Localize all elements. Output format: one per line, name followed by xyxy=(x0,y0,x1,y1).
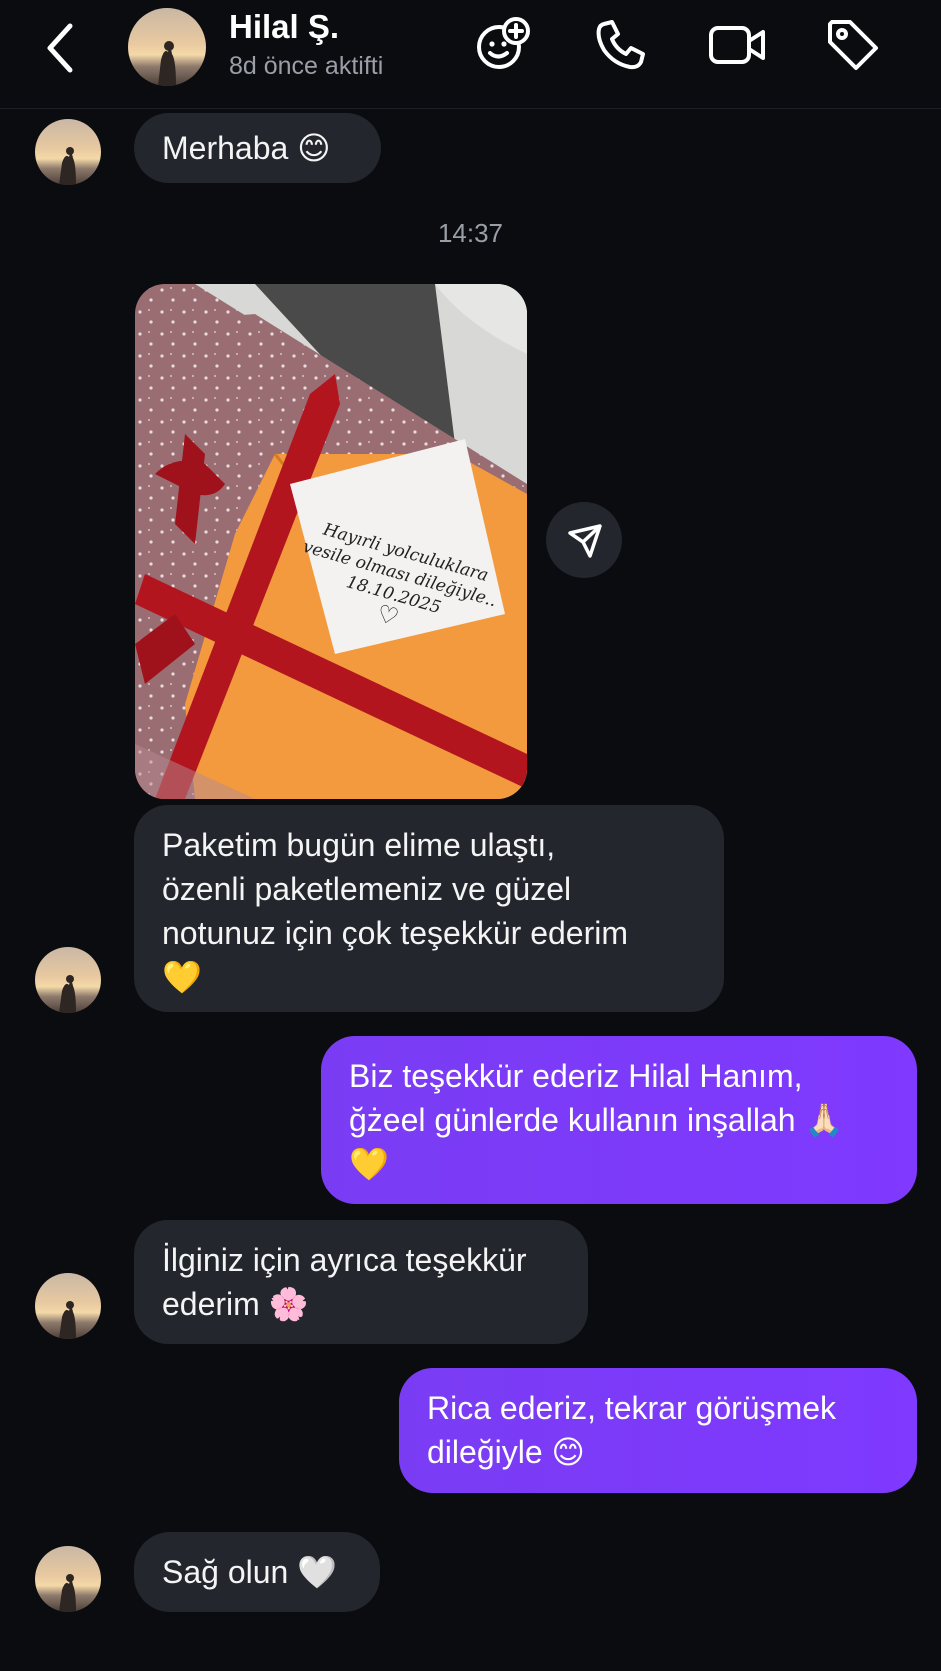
message-line: 💛 xyxy=(349,1146,389,1182)
share-button[interactable] xyxy=(546,502,622,578)
message-bubble[interactable]: Paketim bugün elime ulaştı, özenli paket… xyxy=(134,805,724,1012)
tag-button[interactable] xyxy=(822,14,884,76)
message-line: Biz teşekkür ederiz Hilal Hanım, xyxy=(349,1058,803,1094)
chat-header: Hilal Ş. 8d önce aktifti xyxy=(0,0,941,109)
message-line: özenli paketlemeniz ve güzel xyxy=(162,871,572,907)
back-button[interactable] xyxy=(40,20,84,76)
contact-name[interactable]: Hilal Ş. xyxy=(229,8,339,46)
contact-avatar[interactable] xyxy=(128,8,206,86)
add-effect-icon xyxy=(477,17,530,69)
video-call-icon xyxy=(709,26,765,64)
message-bubble[interactable]: Merhaba 😊 xyxy=(134,113,381,183)
message-line: notunuz için çok teşekkür ederim xyxy=(162,915,628,951)
message-bubble[interactable]: İlginiz için ayrıca teşekkür ederim 🌸 xyxy=(134,1220,588,1344)
contact-status: 8d önce aktifti xyxy=(229,52,384,80)
phone-icon xyxy=(596,20,645,70)
photo-message[interactable]: Hayırli yolculuklara vesile olması dileğ… xyxy=(135,284,527,799)
message-text: Sağ olun 🤍 xyxy=(162,1554,338,1590)
message-bubble[interactable]: Rica ederiz, tekrar görüşmek dileğiyle 😊 xyxy=(399,1368,917,1493)
sender-avatar[interactable] xyxy=(35,1546,101,1612)
sender-avatar[interactable] xyxy=(35,119,101,185)
message-line: ederim 🌸 xyxy=(162,1286,309,1322)
add-effect-button[interactable] xyxy=(472,14,534,76)
message-bubble[interactable]: Biz teşekkür ederiz Hilal Hanım, ğżeel g… xyxy=(321,1036,917,1204)
message-line: dileğiyle 😊 xyxy=(427,1434,585,1470)
back-icon xyxy=(47,23,73,73)
message-text: Merhaba 😊 xyxy=(162,130,331,166)
tag-icon xyxy=(828,20,878,70)
phone-call-button[interactable] xyxy=(590,14,652,76)
timestamp: 14:37 xyxy=(437,218,504,248)
message-bubble[interactable]: Sağ olun 🤍 xyxy=(134,1532,380,1612)
video-call-button[interactable] xyxy=(706,14,768,76)
message-line: Paketim bugün elime ulaştı, xyxy=(162,827,556,863)
send-icon xyxy=(568,524,602,558)
sender-avatar[interactable] xyxy=(35,947,101,1013)
message-line: Rica ederiz, tekrar görüşmek xyxy=(427,1390,837,1426)
message-line: ğżeel günlerde kullanın inşallah 🙏🏻 xyxy=(349,1102,845,1138)
sender-avatar[interactable] xyxy=(35,1273,101,1339)
message-line: İlginiz için ayrıca teşekkür xyxy=(162,1242,527,1278)
message-line: 💛 xyxy=(162,959,202,995)
